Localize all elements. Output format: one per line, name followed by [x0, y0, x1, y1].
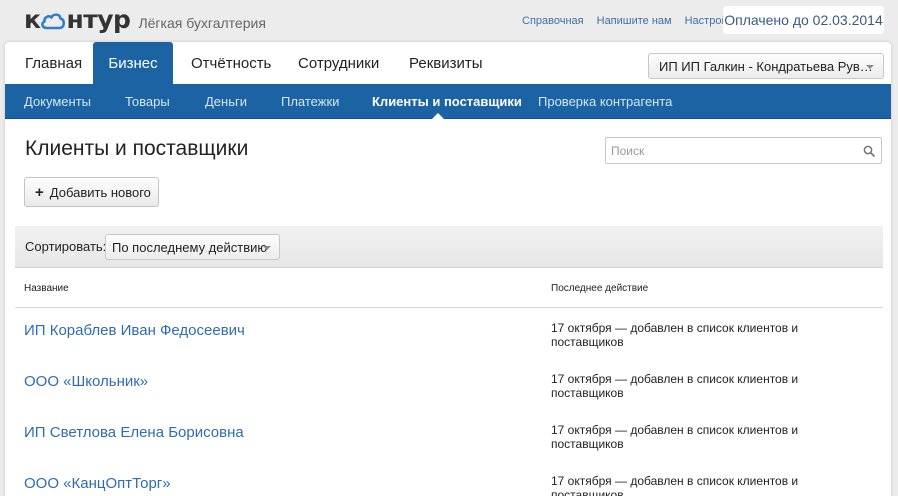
client-name-link[interactable]: ИП Кораблев Иван Федосеевич	[24, 322, 245, 339]
chevron-down-icon	[866, 65, 874, 69]
top-bar: к нтур Лёгкая бухгалтерия Справочная Нап…	[0, 0, 898, 42]
tab-reports[interactable]: Отчётность	[191, 42, 271, 84]
search-box	[605, 137, 882, 164]
search-input[interactable]	[606, 138, 846, 163]
subnav: Документы Товары Деньги Платежки Клиенты…	[5, 84, 891, 119]
tab-business[interactable]: Бизнес	[93, 42, 173, 84]
last-action-text: 17 октября — добавлен в список клиентов …	[551, 474, 799, 496]
paid-until-badge[interactable]: Оплачено до 02.03.2014	[723, 6, 884, 34]
top-links: Справочная Напишите нам Настройка	[522, 15, 739, 27]
plus-icon: +	[35, 183, 44, 201]
add-new-button[interactable]: + Добавить нового	[24, 177, 159, 207]
subnav-money[interactable]: Деньги	[205, 84, 247, 119]
last-action-text: 17 октября — добавлен в список клиентов …	[551, 372, 799, 400]
sort-select[interactable]: По последнему действию	[105, 234, 280, 260]
contact-link[interactable]: Напишите нам	[597, 15, 672, 27]
sort-bar: Сортировать: По последнему действию	[15, 226, 883, 268]
subnav-goods[interactable]: Товары	[125, 84, 170, 119]
logo[interactable]: к нтур Лёгкая бухгалтерия	[24, 5, 266, 34]
add-new-button-label: Добавить нового	[49, 184, 151, 200]
cloud-icon	[41, 12, 66, 29]
last-action-text: 17 октября — добавлен в список клиентов …	[551, 423, 799, 451]
logo-brand: к нтур	[24, 5, 131, 34]
column-header-name[interactable]: Название	[24, 283, 69, 294]
main-tabs: Главная Бизнес Отчётность Сотрудники Рек…	[5, 42, 891, 84]
logo-subtitle: Лёгкая бухгалтерия	[138, 15, 266, 31]
tab-requisites[interactable]: Реквизиты	[409, 42, 483, 84]
sort-select-value: По последнему действию	[112, 239, 268, 255]
subnav-counterparty-check[interactable]: Проверка контрагента	[538, 84, 672, 119]
table-header-divider	[15, 307, 883, 308]
active-subnav-pointer	[432, 113, 444, 119]
main-panel: Главная Бизнес Отчётность Сотрудники Рек…	[5, 42, 891, 496]
subnav-payments[interactable]: Платежки	[281, 84, 339, 119]
client-name-link[interactable]: ООО «КанцОптТорг»	[24, 475, 171, 492]
search-icon[interactable]	[863, 145, 875, 157]
sort-label: Сортировать:	[25, 239, 107, 254]
subnav-documents[interactable]: Документы	[24, 84, 91, 119]
chevron-down-icon	[263, 246, 271, 250]
tab-home[interactable]: Главная	[25, 42, 82, 84]
subnav-clients[interactable]: Клиенты и поставщики	[372, 84, 522, 119]
client-name-link[interactable]: ООО «Школьник»	[24, 373, 148, 390]
organization-select-value: ИП ИП Галкин - Кондратьева Рув…	[659, 58, 873, 74]
last-action-text: 17 октября — добавлен в список клиентов …	[551, 321, 799, 349]
tab-employees[interactable]: Сотрудники	[298, 42, 379, 84]
client-name-link[interactable]: ИП Светлова Елена Борисовна	[24, 424, 244, 441]
page-title: Клиенты и поставщики	[25, 137, 249, 160]
organization-select[interactable]: ИП ИП Галкин - Кондратьева Рув…	[648, 53, 884, 79]
column-header-last-action[interactable]: Последнее действие	[551, 283, 648, 294]
help-link[interactable]: Справочная	[522, 15, 584, 27]
